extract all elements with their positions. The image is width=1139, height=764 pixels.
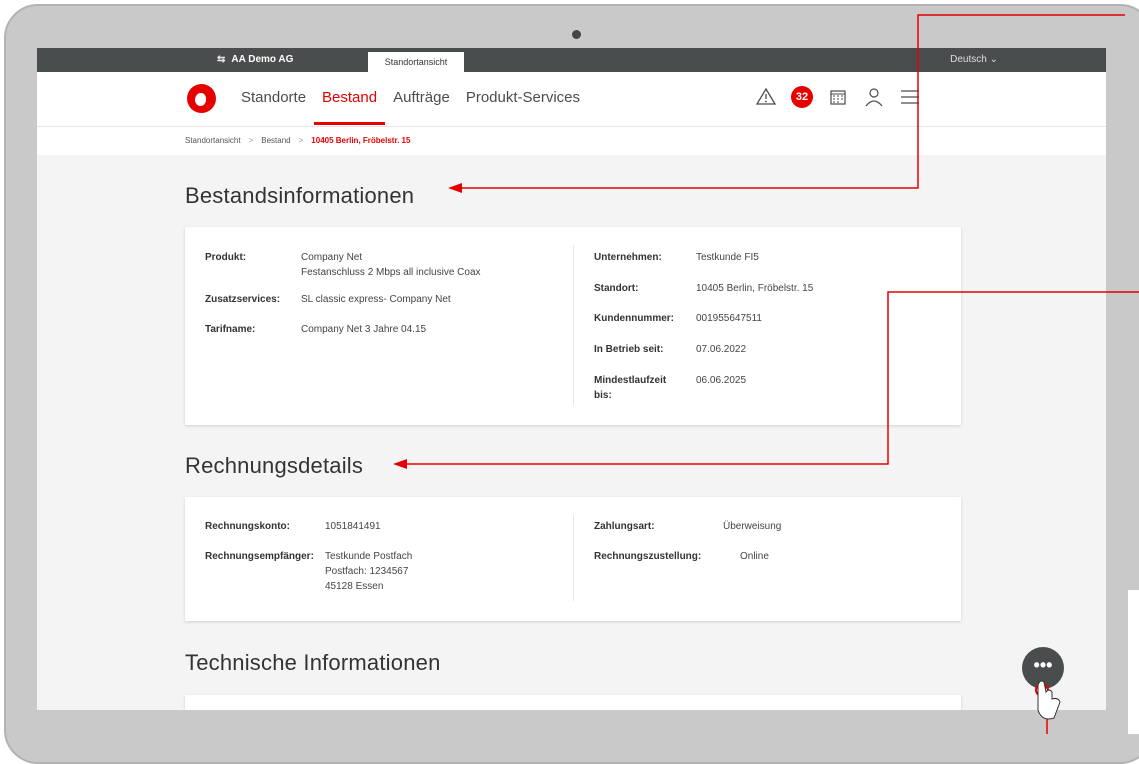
arrow-head-icon: [393, 459, 407, 469]
annotation-arrow-2: [403, 291, 1139, 465]
annotation-overlay: [393, 14, 1139, 734]
arrow-head-icon: [448, 183, 462, 193]
hand-cursor-icon: [1037, 680, 1061, 720]
side-panel-edge: [1128, 590, 1139, 734]
annotation-arrow-1: [458, 14, 1125, 189]
